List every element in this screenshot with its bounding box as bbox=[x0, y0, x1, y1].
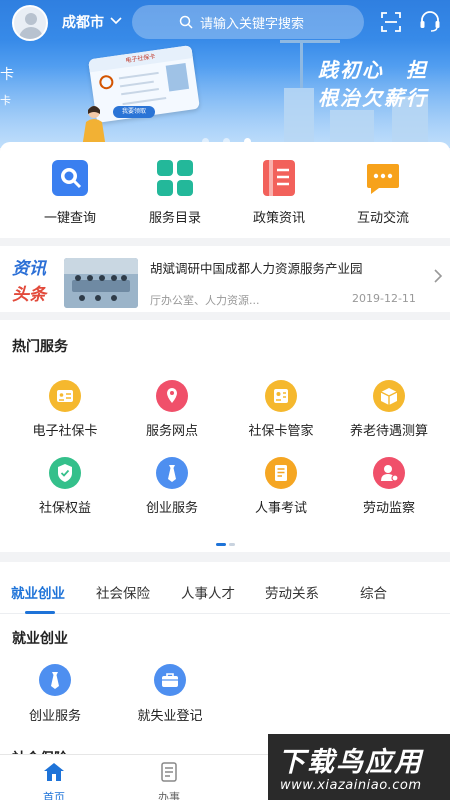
news-logo-line1: 资讯 bbox=[12, 259, 46, 279]
watermark-url: www.xiazainiao.com bbox=[280, 778, 422, 793]
card-photo bbox=[165, 63, 190, 92]
service-label: 创业服务 bbox=[145, 501, 198, 516]
nav-home[interactable]: 首页 bbox=[24, 761, 84, 800]
pager-indicator bbox=[216, 543, 226, 546]
watermark-title: 下载鸟应用 bbox=[278, 747, 423, 778]
id-card-icon bbox=[49, 380, 81, 412]
news-source: 厅办公室、人力资源... bbox=[150, 294, 260, 307]
card-line bbox=[118, 71, 159, 80]
service-label: 养老待遇测算 bbox=[349, 424, 428, 439]
nav-tasks[interactable]: 办事 bbox=[139, 761, 199, 800]
quick-action-label: 互动交流 bbox=[356, 211, 409, 226]
hot-services-title: 热门服务 bbox=[12, 339, 68, 355]
service-exam[interactable]: 人事考试 bbox=[225, 457, 337, 516]
hot-services: 热门服务 电子社保卡 服务网点 社保卡管家 养老待遇测算 社保权益 创业服务 人… bbox=[0, 320, 450, 552]
headset-icon[interactable] bbox=[418, 9, 442, 33]
avatar[interactable] bbox=[12, 5, 48, 41]
briefcase-icon bbox=[154, 664, 186, 696]
news-headline[interactable]: 资讯 头条 胡斌调研中国成都人力资源服务产业园 厅办公室、人力资源... 201… bbox=[0, 246, 450, 312]
inspector-icon bbox=[373, 457, 405, 489]
hot-services-pager bbox=[216, 543, 238, 562]
box-icon bbox=[373, 380, 405, 412]
card-line bbox=[121, 87, 159, 96]
section-title: 就业创业 bbox=[12, 631, 68, 647]
grid-icon bbox=[157, 160, 193, 196]
tab-personnel[interactable]: 人事人才 bbox=[181, 582, 235, 602]
tab-labor-relations[interactable]: 劳动关系 bbox=[265, 582, 319, 602]
document-icon bbox=[261, 160, 297, 196]
search-placeholder: 请输入关键字搜索 bbox=[200, 17, 305, 32]
category-tabs: 就业创业 社会保险 人事人才 劳动关系 综合 bbox=[0, 562, 450, 614]
news-date: 2019-12-11 bbox=[352, 292, 416, 305]
home-icon bbox=[44, 763, 64, 781]
pager-indicator bbox=[229, 543, 235, 546]
tab-general[interactable]: 综合 bbox=[360, 582, 387, 602]
service-label: 人事考试 bbox=[254, 501, 307, 516]
chevron-right-icon[interactable] bbox=[432, 268, 444, 284]
section-item-entrepreneurship[interactable]: 创业服务 bbox=[0, 664, 110, 724]
banner-crane bbox=[300, 40, 303, 88]
scan-icon[interactable] bbox=[380, 11, 402, 33]
search-input[interactable]: 请输入关键字搜索 bbox=[132, 5, 364, 39]
service-label: 社保权益 bbox=[38, 501, 91, 516]
service-label: 电子社保卡 bbox=[32, 424, 98, 439]
avatar-head bbox=[25, 13, 37, 25]
quick-action-label: 服务目录 bbox=[148, 211, 201, 226]
banner-left-text-small: 卡 bbox=[0, 94, 11, 107]
service-label: 劳动监察 bbox=[362, 501, 415, 516]
quick-action-policy[interactable]: 政策资讯 bbox=[229, 160, 329, 226]
quick-action-catalog[interactable]: 服务目录 bbox=[125, 160, 225, 226]
watermark: 下载鸟应用 www.xiazainiao.com bbox=[268, 734, 450, 800]
shield-icon bbox=[49, 457, 81, 489]
search-icon bbox=[52, 160, 88, 196]
quick-actions: 一键查询 服务目录 政策资讯 互动交流 bbox=[0, 142, 450, 238]
news-logo-line2: 头条 bbox=[12, 285, 46, 305]
banner-slogan-line1: 践初心 担 bbox=[318, 58, 428, 82]
card-line bbox=[122, 97, 167, 106]
city-selector[interactable]: 成都市 bbox=[62, 12, 104, 32]
banner-building bbox=[284, 88, 314, 148]
service-inspection[interactable]: 劳动监察 bbox=[333, 457, 445, 516]
quick-action-label: 一键查询 bbox=[43, 211, 96, 226]
card-claim-button: 我要领取 bbox=[113, 106, 155, 118]
section-item-unemployment[interactable]: 就失业登记 bbox=[115, 664, 225, 724]
service-entrepreneurship[interactable]: 创业服务 bbox=[116, 457, 228, 516]
banner-slogan-line2: 根治欠薪行 bbox=[318, 86, 428, 110]
chat-icon bbox=[365, 160, 401, 196]
top-bar: 成都市 请输入关键字搜索 bbox=[0, 0, 450, 44]
card-line bbox=[119, 80, 154, 88]
banner-left-text: 卡 bbox=[0, 67, 14, 83]
service-outlets[interactable]: 服务网点 bbox=[116, 380, 228, 439]
quick-action-label: 政策资讯 bbox=[252, 211, 305, 226]
card-manager-icon bbox=[265, 380, 297, 412]
search-icon bbox=[179, 15, 193, 29]
service-label: 创业服务 bbox=[28, 709, 81, 724]
quick-action-chat[interactable]: 互动交流 bbox=[333, 160, 433, 226]
tab-social-insurance[interactable]: 社会保险 bbox=[96, 582, 150, 602]
nav-label: 办事 bbox=[158, 791, 180, 800]
tie-icon bbox=[156, 457, 188, 489]
service-label: 服务网点 bbox=[145, 424, 198, 439]
news-logo: 资讯 头条 bbox=[12, 254, 56, 305]
chevron-down-icon[interactable] bbox=[110, 14, 122, 26]
quick-action-query[interactable]: 一键查询 bbox=[20, 160, 120, 226]
service-rights[interactable]: 社保权益 bbox=[9, 457, 121, 516]
service-label: 就失业登记 bbox=[137, 709, 203, 724]
tie-icon bbox=[39, 664, 71, 696]
promo-banner[interactable]: 卡 卡 电子社保卡 我要领取 践初心 担 根治欠薪行 成都市 请输入关键字搜索 bbox=[0, 0, 450, 148]
avatar-body bbox=[19, 27, 43, 39]
nav-label: 首页 bbox=[43, 791, 65, 800]
card-emblem-icon bbox=[98, 74, 115, 91]
task-icon bbox=[161, 762, 177, 782]
location-icon bbox=[156, 380, 188, 412]
exam-icon bbox=[265, 457, 297, 489]
news-title[interactable]: 胡斌调研中国成都人力资源服务产业园 bbox=[150, 258, 363, 277]
tab-employment[interactable]: 就业创业 bbox=[11, 582, 65, 602]
service-label: 社保卡管家 bbox=[248, 424, 314, 439]
service-card-manager[interactable]: 社保卡管家 bbox=[225, 380, 337, 439]
news-thumbnail[interactable] bbox=[64, 258, 138, 308]
service-pension-calc[interactable]: 养老待遇测算 bbox=[333, 380, 445, 439]
service-e-card[interactable]: 电子社保卡 bbox=[9, 380, 121, 439]
